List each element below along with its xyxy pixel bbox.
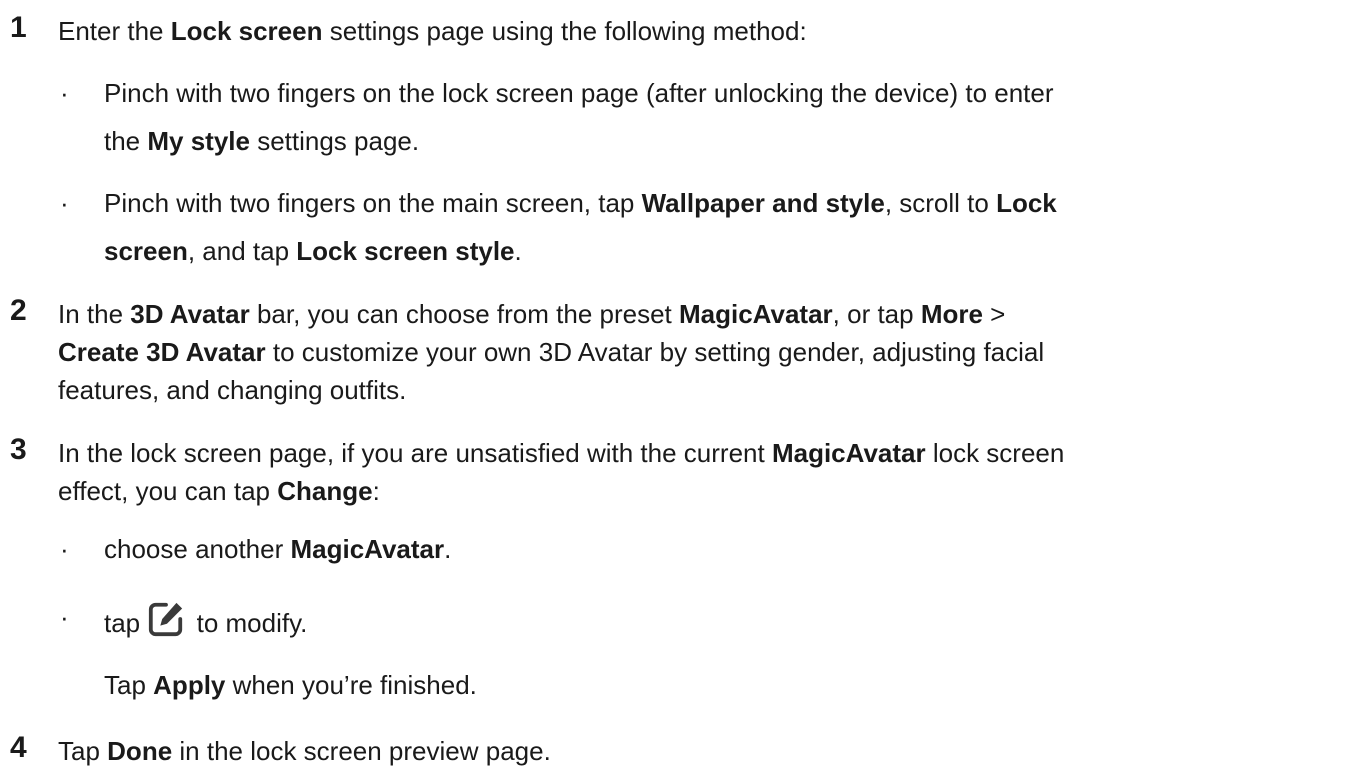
step-1-bullet-1-line-2: the My style settings page. <box>104 126 420 156</box>
step-number-4: 4 <box>10 731 27 764</box>
bullet-marker: · <box>60 78 69 108</box>
step-3-bullet-1: choose another MagicAvatar. <box>104 534 452 564</box>
step-3-after: Tap Apply when you’re finished. <box>104 670 477 700</box>
step-number-1: 1 <box>10 11 27 44</box>
step-1-intro: Enter the Lock screen settings page usin… <box>58 16 807 46</box>
bullet-marker: · <box>60 602 69 632</box>
step-2-line-1: In the 3D Avatar bar, you can choose fro… <box>58 299 1006 329</box>
step-3-line-1: In the lock screen page, if you are unsa… <box>58 438 1065 468</box>
step-number-3: 3 <box>10 433 27 466</box>
instructions-document: 1 Enter the Lock screen settings page us… <box>0 0 1368 772</box>
bullet-marker: · <box>60 534 69 564</box>
step-2-line-3: features, and changing outfits. <box>58 375 407 405</box>
step-2-line-2: Create 3D Avatar to customize your own 3… <box>58 337 1045 367</box>
step-1-bullet-2-line-2: screen, and tap Lock screen style. <box>104 236 522 266</box>
edit-icon <box>149 602 183 637</box>
step-3-bullet-2: tap to modify. <box>104 600 307 640</box>
step-1-bullet-1-line-1: Pinch with two fingers on the lock scree… <box>104 78 1054 108</box>
step-3-line-2: effect, you can tap Change: <box>58 476 380 506</box>
bullet-marker: · <box>60 188 69 218</box>
step-1-bullet-2-line-1: Pinch with two fingers on the main scree… <box>104 188 1057 218</box>
step-number-2: 2 <box>10 294 27 327</box>
step-4-line-1: Tap Done in the lock screen preview page… <box>58 736 551 766</box>
